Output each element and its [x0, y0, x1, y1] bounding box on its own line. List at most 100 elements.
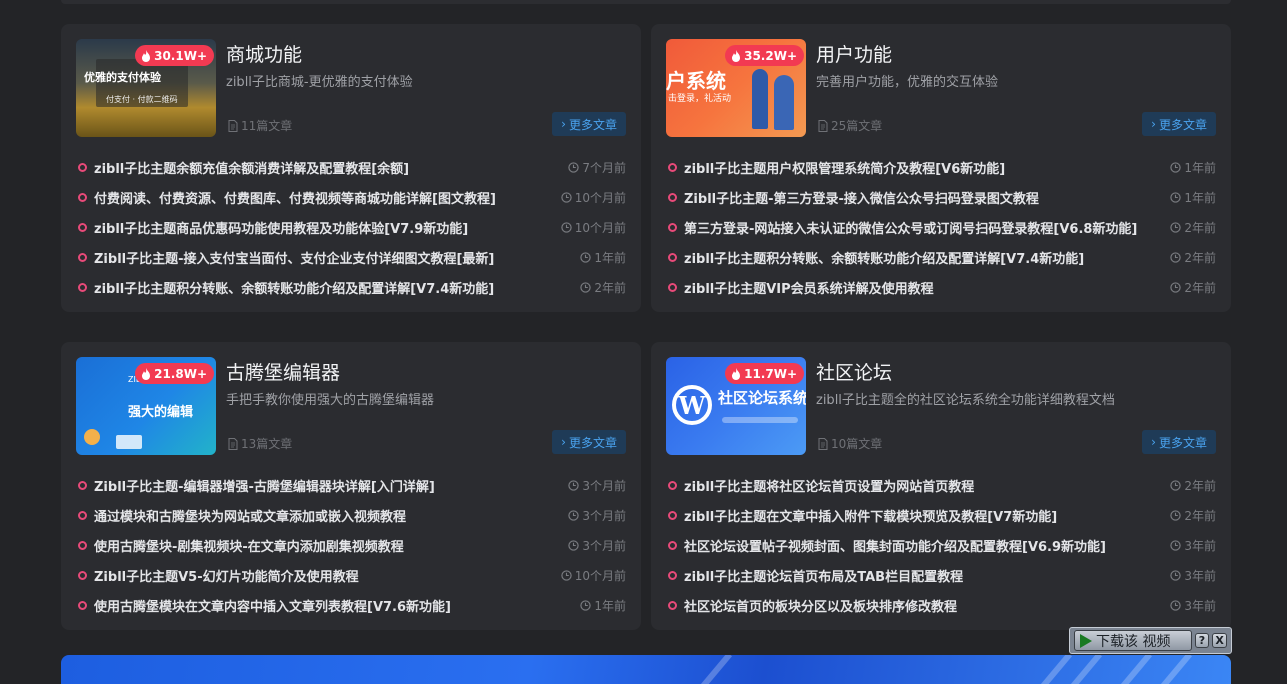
- clock-icon: [561, 191, 572, 203]
- article-time: 2年前: [1170, 507, 1216, 524]
- article-title[interactable]: zibll子比主题论坛首页布局及TAB栏目配置教程: [684, 566, 963, 585]
- article-time: 10个月前: [561, 567, 626, 584]
- more-articles-button[interactable]: › 更多文章: [552, 430, 626, 454]
- clock-icon: [568, 161, 580, 173]
- article-time: 3年前: [1170, 597, 1216, 614]
- article-title[interactable]: zibll子比主题在文章中插入附件下载模块预览及教程[V7新功能]: [684, 506, 1057, 525]
- article-list: zibll子比主题余额充值余额消费详解及配置教程[余额] 7个月前 付费阅读、付费…: [78, 152, 626, 302]
- download-video-button[interactable]: 下载该 视频: [1074, 630, 1192, 651]
- article-count: 10篇文章: [818, 435, 882, 452]
- clock-icon: [561, 221, 572, 233]
- more-articles-button[interactable]: › 更多文章: [1142, 112, 1216, 136]
- list-item[interactable]: zibll子比主题VIP会员系统详解及使用教程 2年前: [668, 272, 1216, 302]
- clock-icon: [1170, 479, 1182, 491]
- list-item[interactable]: zibll子比主题余额充值余额消费详解及配置教程[余额] 7个月前: [78, 152, 626, 182]
- topic-thumbnail[interactable]: ZIB & Gutenber 强大的编辑 21.8W+: [76, 357, 216, 455]
- list-item[interactable]: 社区论坛设置帖子视频封面、图集封面功能介绍及配置教程[V6.9新功能] 3年前: [668, 530, 1216, 560]
- thumbnail-caption: 户系统: [666, 69, 726, 93]
- list-item[interactable]: zibll子比主题积分转账、余额转账功能介绍及配置详解[V7.4新功能] 2年前: [668, 242, 1216, 272]
- list-item[interactable]: Zibll子比主题V5-幻灯片功能简介及使用教程 10个月前: [78, 560, 626, 590]
- list-item[interactable]: zibll子比主题论坛首页布局及TAB栏目配置教程 3年前: [668, 560, 1216, 590]
- list-item[interactable]: zibll子比主题用户权限管理系统简介及教程[V6新功能] 1年前: [668, 152, 1216, 182]
- article-title[interactable]: Zibll子比主题-接入支付宝当面付、支付企业支付详细图文教程[最新]: [94, 248, 494, 267]
- article-title[interactable]: 使用古腾堡块-剧集视频块-在文章内添加剧集视频教程: [94, 536, 404, 555]
- close-button[interactable]: X: [1212, 633, 1227, 648]
- article-title[interactable]: zibll子比主题将社区论坛首页设置为网站首页教程: [684, 476, 974, 495]
- list-item[interactable]: zibll子比主题积分转账、余额转账功能介绍及配置详解[V7.4新功能] 2年前: [78, 272, 626, 302]
- thumbnail-caption: 社区论坛系统: [718, 389, 806, 407]
- bullet-icon: [78, 222, 87, 232]
- list-item[interactable]: zibll子比主题将社区论坛首页设置为网站首页教程 2年前: [668, 470, 1216, 500]
- bullet-icon: [668, 282, 677, 292]
- bullet-icon: [668, 252, 677, 262]
- topic-thumbnail[interactable]: 优雅的支付体验 付支付 · 付款二维码 30.1W+: [76, 39, 216, 137]
- article-title[interactable]: 通过模块和古腾堡块为网站或文章添加或嵌入视频教程: [94, 506, 406, 525]
- list-item[interactable]: Zibll子比主题-第三方登录-接入微信公众号扫码登录图文教程 1年前: [668, 182, 1216, 212]
- wordpress-logo-icon: W: [672, 385, 712, 425]
- clock-icon: [561, 569, 572, 581]
- bullet-icon: [668, 540, 677, 550]
- article-time: 2年前: [1170, 477, 1216, 494]
- article-title[interactable]: Zibll子比主题V5-幻灯片功能简介及使用教程: [94, 566, 359, 585]
- clock-icon: [1170, 599, 1182, 611]
- topic-card-shop: 优雅的支付体验 付支付 · 付款二维码 30.1W+ 商城功能 zibll子比商…: [61, 24, 641, 312]
- article-title[interactable]: zibll子比主题积分转账、余额转账功能介绍及配置详解[V7.4新功能]: [684, 248, 1084, 267]
- more-articles-button[interactable]: › 更多文章: [1142, 430, 1216, 454]
- list-item[interactable]: 付费阅读、付费资源、付费图库、付费视频等商城功能详解[图文教程] 10个月前: [78, 182, 626, 212]
- topic-title[interactable]: 古腾堡编辑器: [226, 358, 340, 385]
- clock-icon: [1170, 539, 1182, 551]
- article-time: 1年前: [580, 597, 626, 614]
- topic-thumbnail[interactable]: W 社区论坛系统 11.7W+: [666, 357, 806, 455]
- list-item[interactable]: 使用古腾堡块-剧集视频块-在文章内添加剧集视频教程 3个月前: [78, 530, 626, 560]
- chevron-right-icon: ›: [1151, 117, 1156, 131]
- article-time: 2年前: [1170, 219, 1216, 236]
- article-title[interactable]: 使用古腾堡模块在文章内容中插入文章列表教程[V7.6新功能]: [94, 596, 451, 615]
- article-time: 1年前: [1170, 159, 1216, 176]
- article-list: zibll子比主题用户权限管理系统简介及教程[V6新功能] 1年前 Zibll子比…: [668, 152, 1216, 302]
- article-title[interactable]: zibll子比主题余额充值余额消费详解及配置教程[余额]: [94, 158, 409, 177]
- clock-icon: [1170, 221, 1182, 233]
- article-title[interactable]: 第三方登录-网站接入未认证的微信公众号或订阅号扫码登录教程[V6.8新功能]: [684, 218, 1137, 237]
- help-button[interactable]: ?: [1194, 633, 1210, 648]
- bullet-icon: [78, 510, 87, 520]
- bullet-icon: [78, 600, 87, 610]
- topic-title[interactable]: 用户功能: [816, 40, 892, 67]
- list-item[interactable]: zibll子比主题商品优惠码功能使用教程及功能体验[V7.9新功能] 10个月前: [78, 212, 626, 242]
- article-title[interactable]: zibll子比主题用户权限管理系统简介及教程[V6新功能]: [684, 158, 1005, 177]
- bullet-icon: [78, 570, 87, 580]
- article-list: Zibll子比主题-编辑器增强-古腾堡编辑器块详解[入门详解] 3个月前 通过模块…: [78, 470, 626, 620]
- list-item[interactable]: zibll子比主题在文章中插入附件下载模块预览及教程[V7新功能] 2年前: [668, 500, 1216, 530]
- list-item[interactable]: 社区论坛首页的板块分区以及板块排序修改教程 3年前: [668, 590, 1216, 620]
- list-item[interactable]: 通过模块和古腾堡块为网站或文章添加或嵌入视频教程 3个月前: [78, 500, 626, 530]
- topic-thumbnail[interactable]: 户系统 击登录，礼活动 35.2W+: [666, 39, 806, 137]
- video-download-widget: 下载该 视频 ? X: [1069, 627, 1232, 654]
- topic-card-forum: W 社区论坛系统 11.7W+ 社区论坛 zibll子比主题全的社区论坛系统全功…: [651, 342, 1231, 630]
- article-title[interactable]: 社区论坛设置帖子视频封面、图集封面功能介绍及配置教程[V6.9新功能]: [684, 536, 1106, 555]
- list-item[interactable]: Zibll子比主题-接入支付宝当面付、支付企业支付详细图文教程[最新] 1年前: [78, 242, 626, 272]
- article-count: 11篇文章: [228, 117, 292, 134]
- clock-icon: [1170, 569, 1182, 581]
- list-item[interactable]: 第三方登录-网站接入未认证的微信公众号或订阅号扫码登录教程[V6.8新功能] 2年…: [668, 212, 1216, 242]
- bullet-icon: [78, 540, 87, 550]
- list-item[interactable]: 使用古腾堡模块在文章内容中插入文章列表教程[V7.6新功能] 1年前: [78, 590, 626, 620]
- article-time: 2年前: [1170, 279, 1216, 296]
- bullet-icon: [668, 480, 677, 490]
- hot-count: 35.2W+: [744, 48, 797, 63]
- article-title[interactable]: zibll子比主题VIP会员系统详解及使用教程: [684, 278, 934, 297]
- article-title[interactable]: zibll子比主题商品优惠码功能使用教程及功能体验[V7.9新功能]: [94, 218, 468, 237]
- fire-icon: [732, 367, 741, 380]
- topic-title[interactable]: 商城功能: [226, 40, 302, 67]
- article-title[interactable]: 社区论坛首页的板块分区以及板块排序修改教程: [684, 596, 957, 615]
- thumbnail-caption: 强大的编辑: [128, 405, 194, 420]
- hot-badge: 30.1W+: [135, 45, 214, 66]
- clock-icon: [1170, 509, 1182, 521]
- topic-title[interactable]: 社区论坛: [816, 358, 892, 385]
- more-articles-button[interactable]: › 更多文章: [552, 112, 626, 136]
- thumbnail-caption: 优雅的支付体验: [84, 71, 161, 84]
- article-title[interactable]: 付费阅读、付费资源、付费图库、付费视频等商城功能详解[图文教程]: [94, 188, 496, 207]
- list-item[interactable]: Zibll子比主题-编辑器增强-古腾堡编辑器块详解[入门详解] 3个月前: [78, 470, 626, 500]
- article-title[interactable]: Zibll子比主题-编辑器增强-古腾堡编辑器块详解[入门详解]: [94, 476, 435, 495]
- article-title[interactable]: Zibll子比主题-第三方登录-接入微信公众号扫码登录图文教程: [684, 188, 1039, 207]
- bullet-icon: [78, 480, 87, 490]
- article-title[interactable]: zibll子比主题积分转账、余额转账功能介绍及配置详解[V7.4新功能]: [94, 278, 494, 297]
